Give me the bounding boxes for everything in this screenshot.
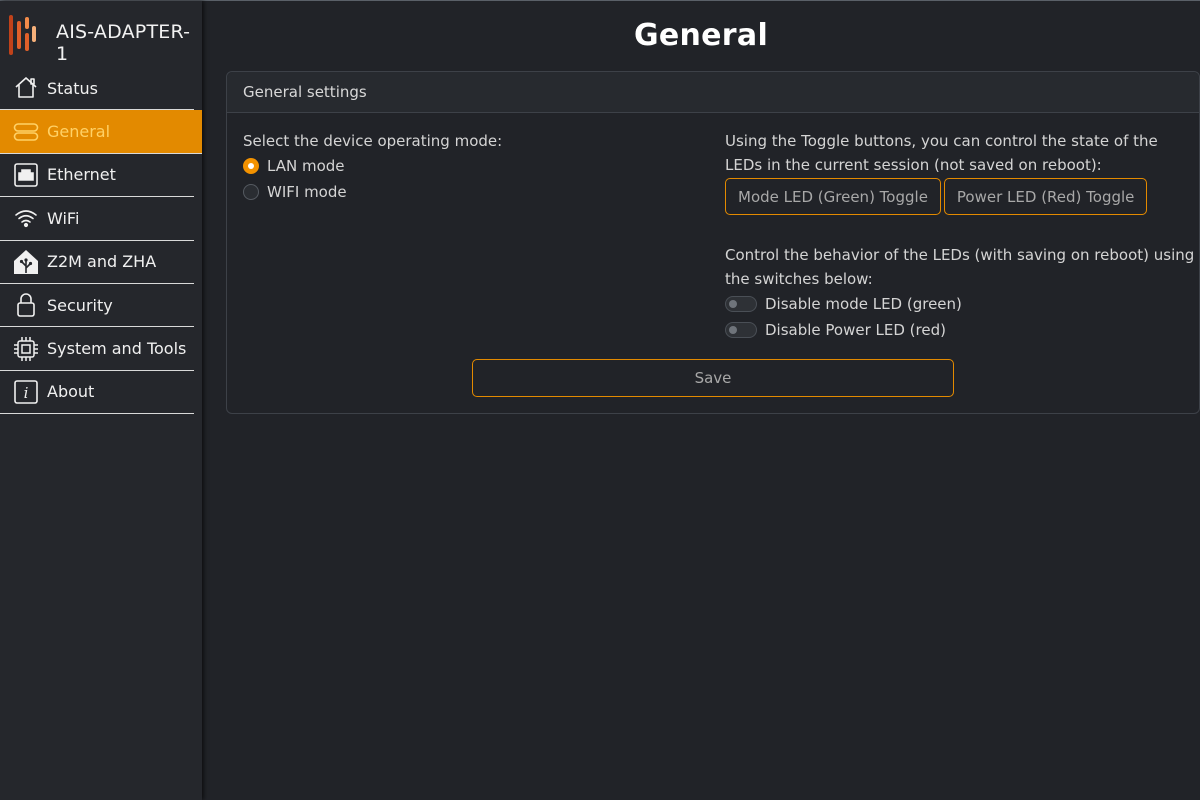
page-title: General: [633, 18, 769, 53]
wifi-mode-radio[interactable]: WIFI mode: [243, 179, 683, 205]
sidebar-item-about[interactable]: i About: [0, 371, 194, 415]
home-icon: [13, 75, 39, 101]
card-header: General settings: [227, 72, 1199, 113]
sidebar-item-label: Security: [47, 295, 113, 315]
lan-mode-radio[interactable]: LAN mode: [243, 153, 683, 179]
radio-unchecked[interactable]: [243, 184, 259, 200]
sidebar-item-general[interactable]: General: [0, 110, 202, 154]
operating-mode-section: Select the device operating mode: LAN mo…: [243, 129, 683, 205]
disable-mode-led-switch[interactable]: [725, 296, 757, 312]
sidebar-nav: Status General Ethernet WiFi Z2M and ZHA…: [0, 67, 202, 415]
switch-label: Disable Power LED (red): [765, 321, 946, 339]
led-section: Using the Toggle buttons, you can contro…: [725, 129, 1195, 343]
sidebar-item-ethernet[interactable]: Ethernet: [0, 154, 194, 198]
general-settings-card: General settings Select the device opera…: [226, 71, 1200, 414]
switch-label: Disable mode LED (green): [765, 295, 962, 313]
disable-power-led-switch-row[interactable]: Disable Power LED (red): [725, 317, 1195, 343]
sidebar-item-status[interactable]: Status: [0, 67, 194, 111]
ethernet-port-icon: [13, 162, 39, 188]
sidebar-item-label: Z2M and ZHA: [47, 252, 157, 272]
operating-mode-prompt: Select the device operating mode:: [243, 132, 503, 150]
led-switch-description: Control the behavior of the LEDs (with s…: [725, 246, 1195, 288]
wifi-icon: [13, 205, 39, 231]
sidebar-item-label: Status: [47, 78, 98, 98]
sidebar-item-label: WiFi: [47, 208, 80, 228]
sidebar-item-label: About: [47, 382, 95, 402]
disable-mode-led-switch-row[interactable]: Disable mode LED (green): [725, 291, 1195, 317]
sidebar-item-z2m-zha[interactable]: Z2M and ZHA: [0, 241, 194, 284]
radio-label: LAN mode: [267, 157, 345, 175]
led-toggle-description: Using the Toggle buttons, you can contro…: [725, 132, 1158, 174]
brand: AIS-ADAPTER-1: [0, 1, 202, 67]
sidebar: AIS-ADAPTER-1 Status General Ethernet Wi…: [0, 1, 202, 800]
sidebar-item-label: System and Tools: [47, 339, 187, 359]
led-toggle-buttons: Mode LED (Green) Toggle Power LED (Red) …: [725, 178, 1195, 215]
app-title: AIS-ADAPTER-1: [56, 21, 191, 65]
sidebar-item-system-tools[interactable]: System and Tools: [0, 327, 194, 371]
settings-list-icon: [13, 119, 39, 145]
sidebar-item-label: Ethernet: [47, 165, 116, 185]
chip-icon: [13, 336, 39, 362]
lock-icon: [13, 292, 39, 318]
mode-led-toggle-button[interactable]: Mode LED (Green) Toggle: [725, 178, 941, 215]
sidebar-item-label: General: [47, 122, 111, 142]
sidebar-item-wifi[interactable]: WiFi: [0, 197, 194, 241]
home-assistant-icon: [13, 249, 39, 275]
radio-label: WIFI mode: [267, 183, 347, 201]
sidebar-item-security[interactable]: Security: [0, 284, 194, 328]
logo-icon: [9, 15, 36, 55]
disable-power-led-switch[interactable]: [725, 322, 757, 338]
svg-text:i: i: [24, 384, 29, 402]
power-led-toggle-button[interactable]: Power LED (Red) Toggle: [943, 178, 1148, 215]
info-icon: i: [13, 379, 39, 405]
radio-checked[interactable]: [243, 158, 259, 174]
save-button[interactable]: Save: [472, 359, 954, 397]
